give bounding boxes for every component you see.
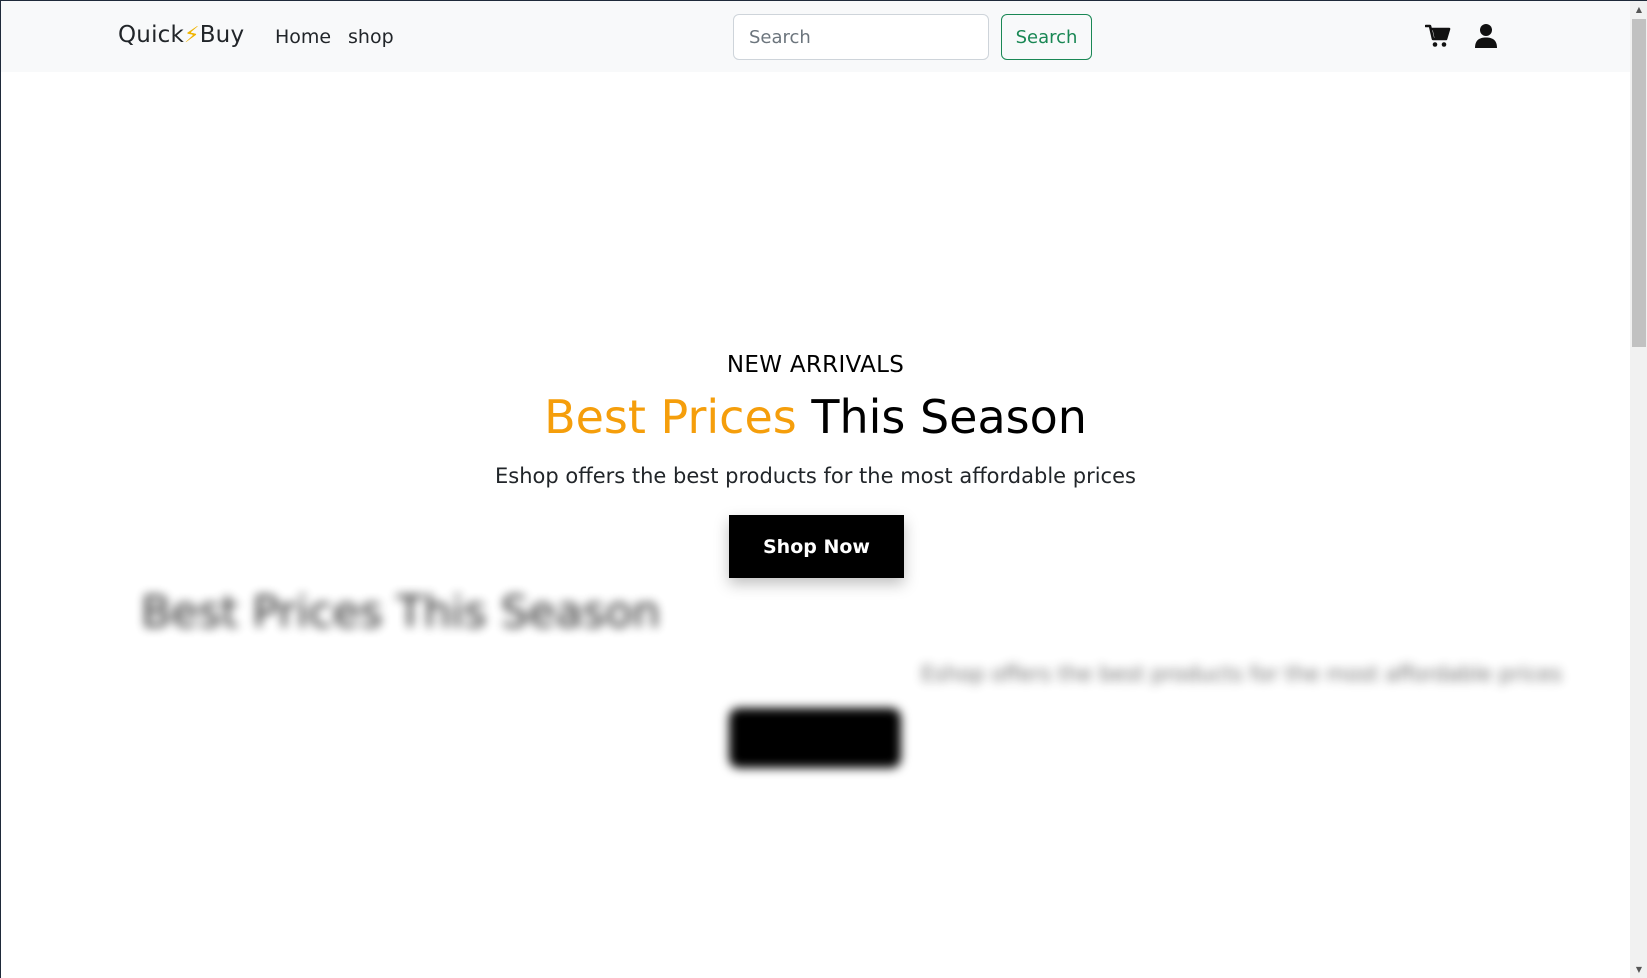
nav-link-shop[interactable]: shop [348, 26, 394, 48]
search-button[interactable]: Search [1001, 14, 1092, 60]
lightning-bolt-icon: ⚡ [184, 23, 200, 48]
shop-now-button[interactable]: Shop Now [729, 515, 904, 578]
hero-headline-accent: Best Prices [544, 390, 797, 444]
blurred-headline-reflection: Best Prices This Season [141, 587, 661, 638]
navbar: Quick⚡Buy Home shop Search [1, 1, 1630, 72]
blurred-subline-reflection: Eshop offers the best products for the m… [921, 662, 1562, 686]
hero-headline-rest: This Season [811, 390, 1087, 444]
vertical-scrollbar[interactable]: ▲ ▼ [1630, 1, 1647, 978]
brand-name-right: Buy [199, 22, 245, 48]
cart-button[interactable] [1423, 21, 1453, 51]
hero-section: NEW ARRIVALS Best Prices This Season Esh… [1, 72, 1630, 978]
scroll-down-arrow-icon[interactable]: ▼ [1630, 963, 1647, 977]
blurred-button-reflection [729, 708, 901, 768]
scroll-up-arrow-icon[interactable]: ▲ [1630, 3, 1647, 17]
scrollbar-thumb[interactable] [1632, 19, 1646, 347]
nav-link-home[interactable]: Home [275, 26, 331, 48]
brand-logo[interactable]: Quick⚡Buy [118, 22, 244, 48]
hero-headline: Best Prices This Season [1, 390, 1630, 444]
cart-icon [1425, 24, 1451, 47]
user-icon [1475, 24, 1497, 48]
hero-subline: Eshop offers the best products for the m… [495, 464, 1136, 488]
hero-eyebrow: NEW ARRIVALS [726, 352, 905, 378]
search-input[interactable] [733, 14, 989, 60]
app-window: Quick⚡Buy Home shop Search NEW ARRIVALS … [0, 0, 1647, 978]
user-account-button[interactable] [1471, 21, 1501, 51]
brand-name-left: Quick [118, 22, 185, 48]
